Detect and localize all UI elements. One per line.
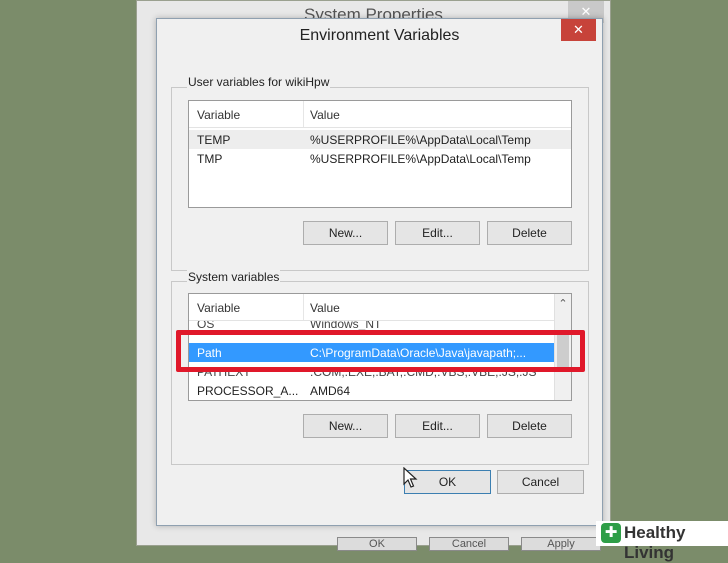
system-properties-title: System Properties xyxy=(304,5,443,19)
column-divider[interactable] xyxy=(303,101,304,127)
system-properties-ok-button[interactable]: OK xyxy=(337,537,417,551)
column-variable[interactable]: Variable xyxy=(197,108,240,122)
variable-name: TMP xyxy=(197,152,223,166)
environment-variables-dialog: Environment Variables ✕ User variables f… xyxy=(156,18,603,526)
path-row-highlight xyxy=(176,330,585,372)
user-variables-list[interactable]: Variable Value TEMP %USERPROFILE%\AppDat… xyxy=(188,100,572,208)
system-delete-button[interactable]: Delete xyxy=(487,414,572,438)
column-divider[interactable] xyxy=(303,294,304,320)
close-icon: ✕ xyxy=(580,4,592,19)
mouse-cursor-icon xyxy=(403,467,418,488)
variable-value: %USERPROFILE%\AppData\Local\Temp xyxy=(310,133,531,147)
system-properties-apply-button[interactable]: Apply xyxy=(521,537,601,551)
dialog-title: Environment Variables xyxy=(299,27,460,44)
system-new-button[interactable]: New... xyxy=(303,414,388,438)
close-icon: ✕ xyxy=(573,22,584,37)
variable-value: %USERPROFILE%\AppData\Local\Temp xyxy=(310,152,531,166)
plus-icon: ✚ xyxy=(601,523,621,543)
list-item[interactable]: TEMP %USERPROFILE%\AppData\Local\Temp xyxy=(189,130,571,149)
user-variables-label: User variables for wikiHpw xyxy=(187,75,331,89)
system-properties-cancel-button[interactable]: Cancel xyxy=(429,537,509,551)
list-header: Variable Value xyxy=(189,294,571,321)
list-header: Variable Value xyxy=(189,101,571,128)
variable-value: AMD64 xyxy=(310,384,351,398)
user-new-button[interactable]: New... xyxy=(303,221,388,245)
watermark-text: Healthy Living xyxy=(624,523,686,562)
column-variable[interactable]: Variable xyxy=(197,301,240,315)
system-edit-button[interactable]: Edit... xyxy=(395,414,480,438)
column-value[interactable]: Value xyxy=(310,301,340,315)
cancel-button[interactable]: Cancel xyxy=(497,470,584,494)
healthy-living-watermark: ✚ Healthy Living xyxy=(596,521,728,562)
variable-name: TEMP xyxy=(197,133,231,147)
system-variables-label: System variables xyxy=(187,270,281,284)
user-edit-button[interactable]: Edit... xyxy=(395,221,480,245)
list-item[interactable]: PROCESSOR_A... AMD64 xyxy=(189,381,571,400)
variable-name: PROCESSOR_A... xyxy=(197,384,299,398)
chevron-up-icon[interactable]: ⌃ xyxy=(555,297,571,310)
list-item[interactable]: TMP %USERPROFILE%\AppData\Local\Temp xyxy=(189,149,571,168)
user-delete-button[interactable]: Delete xyxy=(487,221,572,245)
dialog-close-button[interactable]: ✕ xyxy=(561,19,596,41)
column-value[interactable]: Value xyxy=(310,108,340,122)
